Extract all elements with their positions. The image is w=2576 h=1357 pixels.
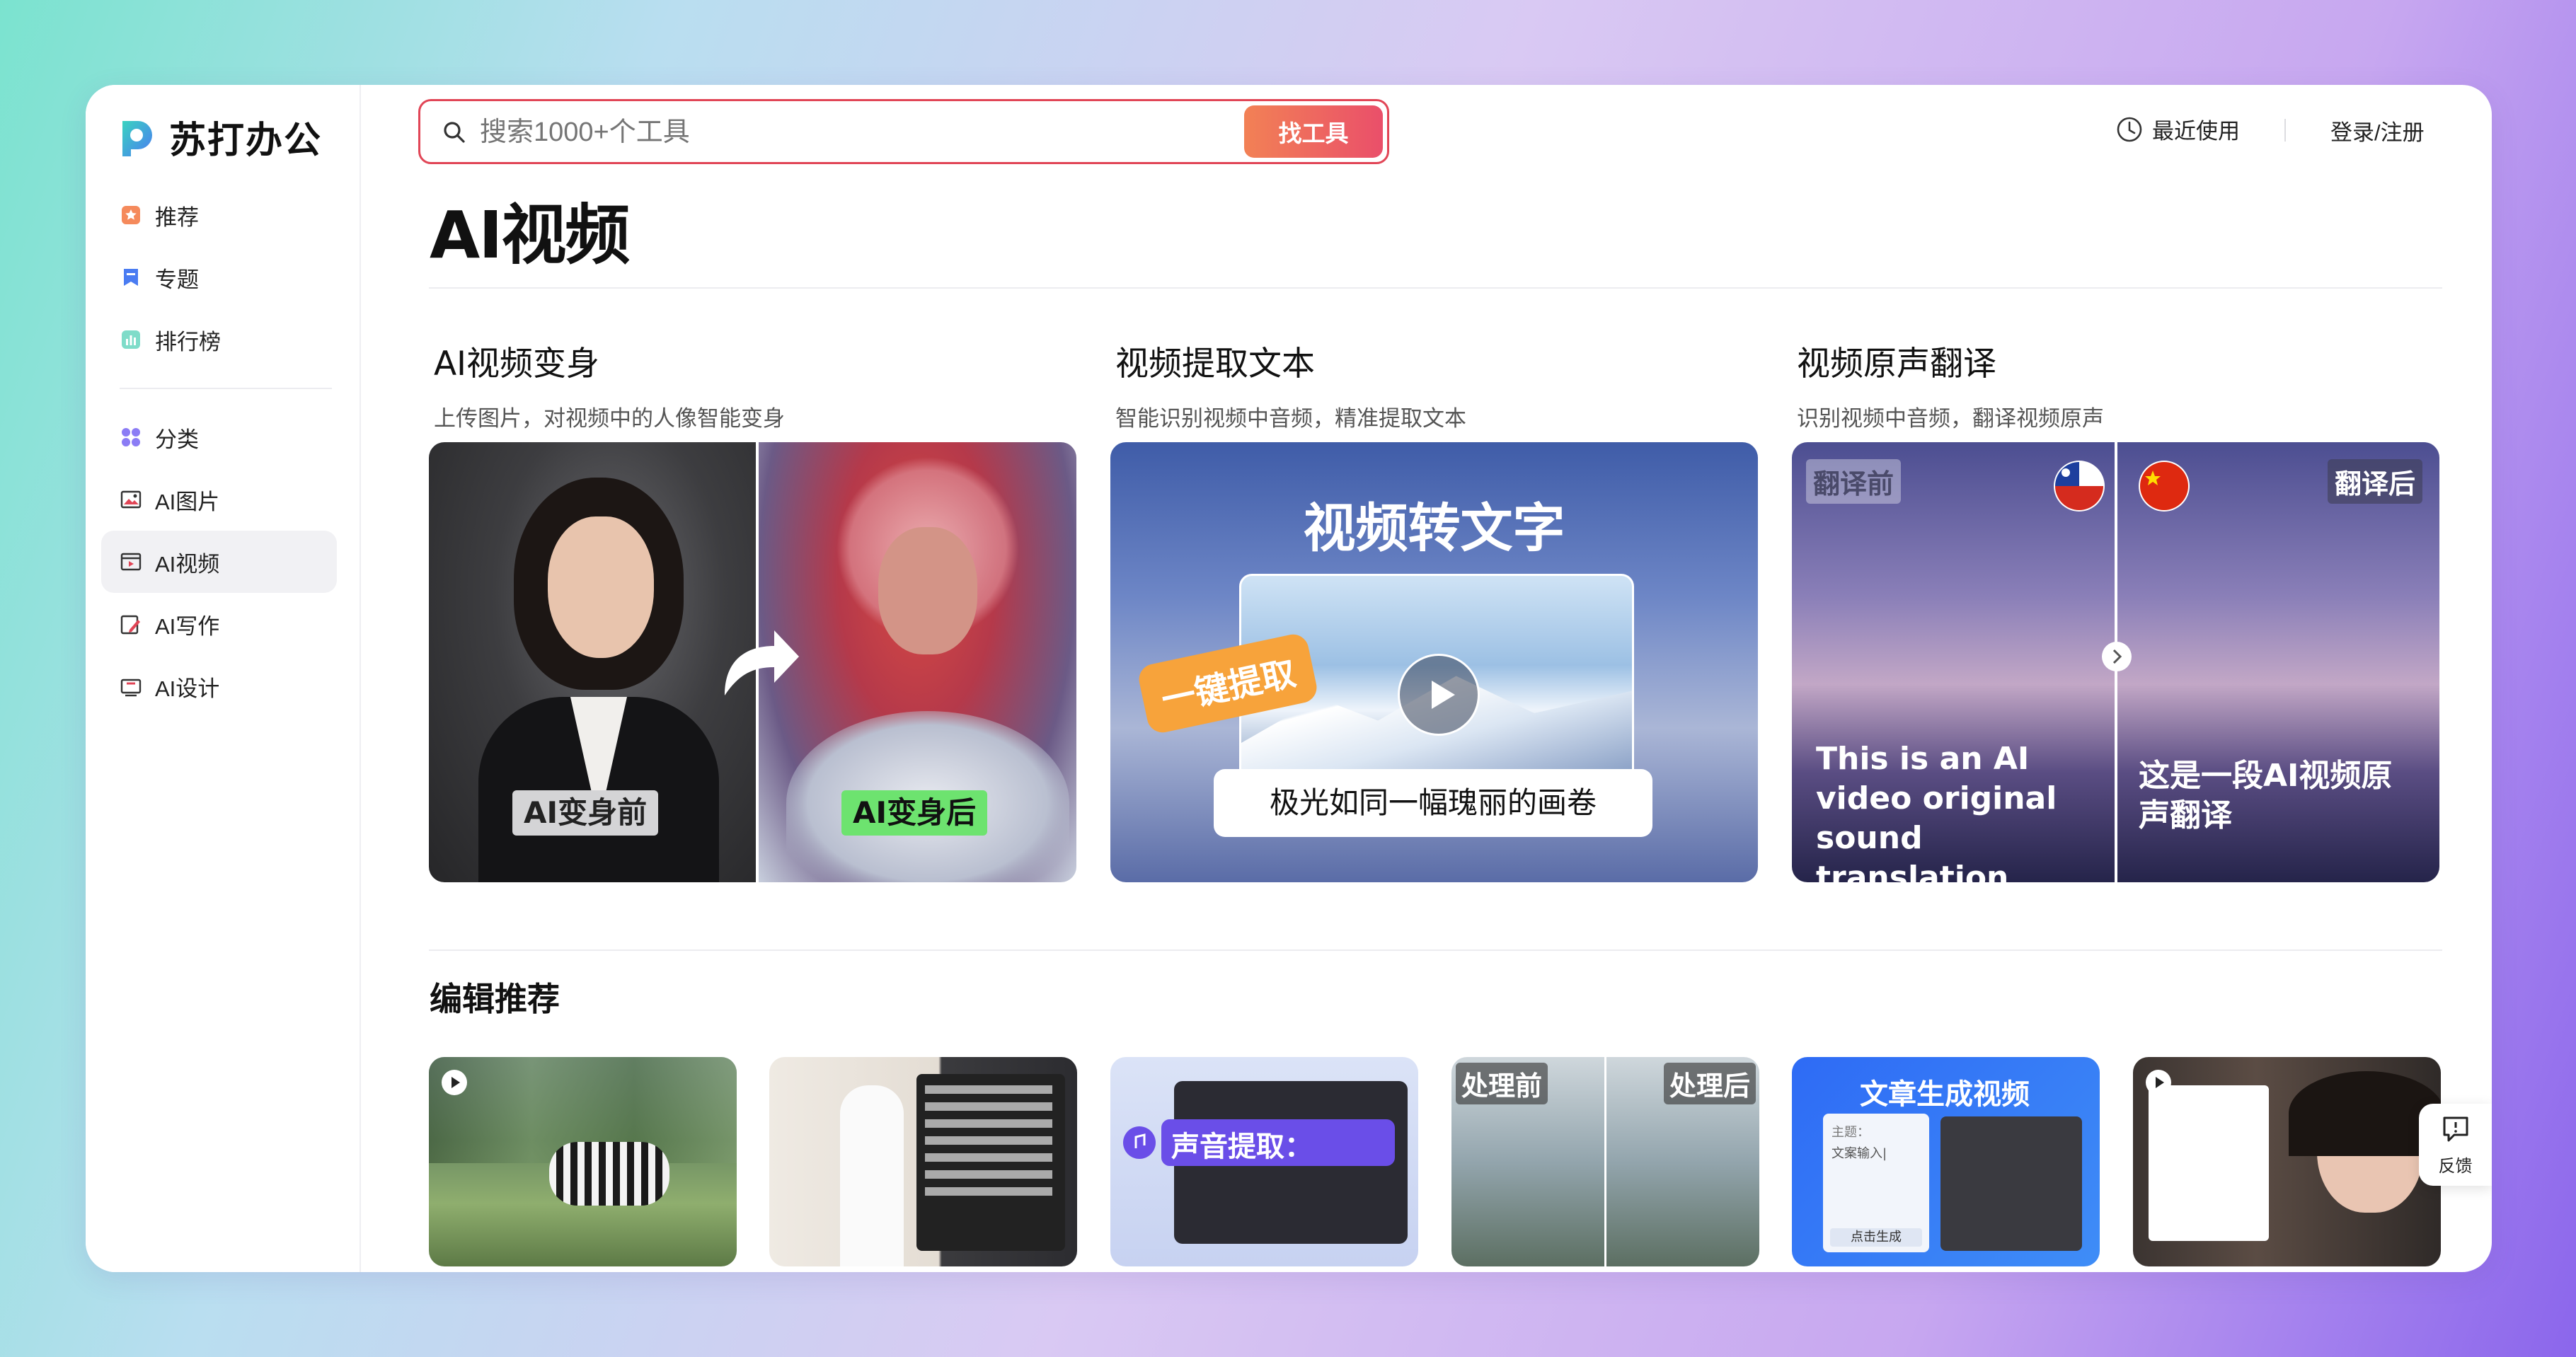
clock-icon: [2117, 117, 2142, 142]
chevron-right-icon: [2112, 649, 2122, 664]
app-window: 苏打办公 推荐 专题 排行榜 分类 AI图片 AI视频 AI写作 AI设计 搜索…: [86, 85, 2492, 1272]
logo-icon: [122, 120, 152, 156]
feature-title: AI视频变身: [434, 345, 600, 383]
editor-picks-title: 编辑推荐: [430, 980, 560, 1018]
page-title: AI视频: [430, 197, 630, 273]
generate-button[interactable]: 点击生成: [1830, 1228, 1922, 1247]
sidebar: 苏打办公 推荐 专题 排行榜 分类 AI图片 AI视频 AI写作 AI设计: [86, 85, 361, 1272]
arrow-icon: [725, 630, 799, 695]
chile-flag-icon: [2054, 461, 2105, 512]
content-input[interactable]: 文案输入|: [1832, 1143, 1887, 1162]
music-note-icon: [1123, 1126, 1156, 1159]
pen-icon: [120, 613, 142, 635]
brand-name: 苏打办公: [169, 120, 323, 162]
thumb-card-before-after[interactable]: 处理前 处理后: [1451, 1057, 1759, 1266]
video-icon: [120, 550, 142, 573]
feature-card-face-swap-text[interactable]: AI视频变身 上传图片，对视频中的人像智能变身: [434, 336, 1081, 432]
sidebar-item-ai-writing[interactable]: AI写作: [101, 593, 337, 655]
sidebar-item-ai-design[interactable]: AI设计: [101, 655, 337, 717]
sidebar-item-ranking[interactable]: 排行榜: [101, 308, 337, 371]
feature-card-translation-text[interactable]: 视频原声翻译 识别视频中音频，翻译视频原声: [1797, 336, 2444, 432]
header-divider: [2284, 119, 2286, 142]
feature-image-translation[interactable]: 翻译前 翻译后 This is an AI video original sou…: [1792, 442, 2439, 882]
sidebar-item-topics[interactable]: 专题: [101, 246, 337, 308]
sidebar-item-label: 专题: [155, 267, 199, 292]
sidebar-item-label: 分类: [155, 427, 199, 452]
thumb-card-article-to-video[interactable]: 文章生成视频 主题： 文案输入| 点击生成: [1792, 1057, 2100, 1266]
after-label: AI变身后: [841, 790, 988, 836]
sidebar-item-ai-image[interactable]: AI图片: [101, 468, 337, 531]
sidebar-divider: [120, 388, 332, 389]
feature-image-face-swap[interactable]: AI变身前 AI变身后: [429, 442, 1076, 882]
find-tools-button[interactable]: 找工具: [1244, 105, 1383, 158]
bar-chart-icon: [120, 328, 142, 351]
thumb-card-digital-human[interactable]: [2133, 1057, 2441, 1266]
before-label: AI变身前: [512, 790, 659, 836]
image-icon: [120, 488, 142, 511]
logo[interactable]: 苏打办公: [115, 110, 322, 163]
before-label: 处理前: [1456, 1063, 1548, 1104]
design-icon: [120, 675, 142, 698]
article-panel: 主题： 文案输入| 点击生成: [1823, 1114, 1929, 1252]
sidebar-item-category[interactable]: 分类: [101, 406, 337, 468]
compare-arrow-button[interactable]: [2102, 642, 2132, 671]
thumb-card-audio-extract[interactable]: 声音提取：: [1110, 1057, 1418, 1266]
thumb-card-presentation[interactable]: [769, 1057, 1077, 1266]
sidebar-item-label: 推荐: [155, 204, 199, 230]
feature-card-video-to-text-text[interactable]: 视频提取文本 智能识别视频中音频，精准提取文本: [1115, 336, 1763, 432]
grid-dots-icon: [120, 426, 142, 449]
play-icon: [2146, 1070, 2171, 1095]
feature-headline: 视频转文字: [1303, 498, 1565, 559]
thumb-card-zebra[interactable]: [429, 1057, 737, 1266]
feature-desc: 智能识别视频中音频，精准提取文本: [1115, 406, 1466, 431]
sidebar-item-label: AI写作: [155, 613, 220, 639]
feedback-button[interactable]: 反馈: [2419, 1104, 2492, 1186]
login-register-link[interactable]: 登录/注册: [2330, 115, 2425, 146]
sidebar-nav: 推荐 专题 排行榜 分类 AI图片 AI视频 AI写作 AI设计: [101, 184, 337, 717]
china-flag-icon: [2139, 461, 2190, 512]
sidebar-item-label: AI图片: [155, 489, 220, 514]
title-divider: [429, 287, 2442, 289]
after-label: 翻译后: [2328, 459, 2423, 504]
after-label: 处理后: [1664, 1063, 1756, 1104]
sidebar-item-label: AI视频: [155, 551, 220, 577]
sidebar-item-recommend[interactable]: 推荐: [101, 184, 337, 246]
search-bar: 找工具: [418, 99, 1389, 164]
feature-desc: 识别视频中音频，翻译视频原声: [1797, 406, 2104, 431]
feature-desc: 上传图片，对视频中的人像智能变身: [434, 406, 785, 431]
thumb-label: 声音提取：: [1171, 1131, 1313, 1163]
recent-label: 最近使用: [2152, 119, 2240, 144]
feature-title: 视频提取文本: [1115, 345, 1315, 383]
subject-label: 主题：: [1832, 1125, 1870, 1140]
star-icon: [120, 204, 142, 226]
feature-title: 视频原声翻译: [1797, 345, 1996, 383]
sidebar-item-label: AI设计: [155, 676, 220, 701]
play-icon: [1432, 681, 1455, 709]
before-label: 翻译前: [1806, 459, 1902, 504]
recent-used-button[interactable]: 最近使用: [2115, 113, 2240, 145]
bookmark-icon: [120, 266, 142, 289]
play-icon: [442, 1070, 467, 1095]
source-subtitle: This is an AI video original sound trans…: [1816, 741, 2057, 882]
search-icon: [444, 122, 465, 143]
section-divider: [429, 949, 2442, 951]
thumb-label: 文章生成视频: [1860, 1078, 2030, 1111]
feature-image-video-to-text[interactable]: 视频转文字 一键提取 极光如同一幅瑰丽的画卷: [1110, 442, 1758, 882]
translated-subtitle: 这是一段AI视频原声翻译: [2139, 758, 2393, 833]
feedback-label: 反馈: [2438, 1156, 2473, 1176]
caption-text: 极光如同一幅瑰丽的画卷: [1214, 769, 1652, 837]
sidebar-item-label: 排行榜: [155, 329, 221, 354]
feedback-icon: [2443, 1116, 2468, 1141]
sidebar-item-ai-video[interactable]: AI视频: [101, 531, 337, 593]
search-input[interactable]: [478, 111, 1104, 154]
play-button[interactable]: [1398, 654, 1480, 736]
